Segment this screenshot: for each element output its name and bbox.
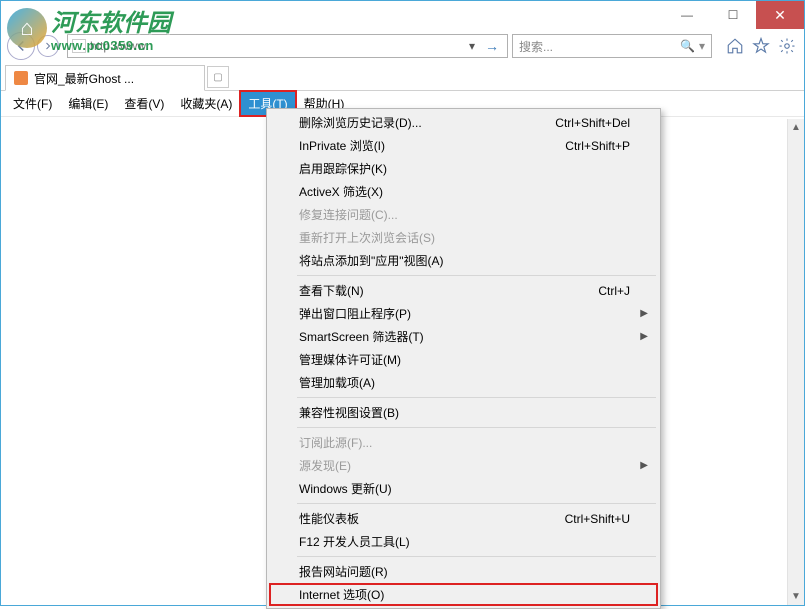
menu-查看[interactable]: 查看(V) bbox=[116, 91, 172, 116]
search-placeholder: 搜索... bbox=[519, 38, 553, 55]
menu-item-label: 管理加载项(A) bbox=[299, 374, 375, 391]
menu-item-label: 管理媒体许可证(M) bbox=[299, 351, 401, 368]
menu-item: 修复连接问题(C)... bbox=[269, 203, 658, 226]
tab-strip: 官网_最新Ghost ... ▢ bbox=[1, 63, 804, 91]
menu-item-label: 源发现(E) bbox=[299, 457, 351, 474]
menu-item-shortcut: Ctrl+Shift+P bbox=[565, 139, 630, 153]
minimize-button[interactable]: — bbox=[664, 1, 710, 29]
menu-item[interactable]: 管理媒体许可证(M) bbox=[269, 348, 658, 371]
menu-separator bbox=[297, 427, 656, 428]
menu-item-label: 启用跟踪保护(K) bbox=[299, 160, 387, 177]
menu-item-label: 订阅此源(F)... bbox=[299, 434, 372, 451]
url-input[interactable]: http://www. ▾ → bbox=[67, 34, 508, 58]
menu-item-label: 报告网站问题(R) bbox=[299, 563, 388, 580]
menu-item-label: 删除浏览历史记录(D)... bbox=[299, 114, 422, 131]
menu-item[interactable]: 管理加载项(A) bbox=[269, 371, 658, 394]
menu-item[interactable]: 启用跟踪保护(K) bbox=[269, 157, 658, 180]
menu-item-label: 兼容性视图设置(B) bbox=[299, 404, 399, 421]
maximize-button[interactable]: ☐ bbox=[710, 1, 756, 29]
submenu-arrow-icon: ▶ bbox=[640, 308, 648, 319]
tab-title: 官网_最新Ghost ... bbox=[34, 70, 134, 87]
menu-item-label: 将站点添加到"应用"视图(A) bbox=[299, 252, 444, 269]
menu-item-label: Windows 更新(U) bbox=[299, 480, 392, 497]
menu-文件[interactable]: 文件(F) bbox=[5, 91, 60, 116]
browser-tab[interactable]: 官网_最新Ghost ... bbox=[5, 65, 205, 91]
menu-item-label: 重新打开上次浏览会话(S) bbox=[299, 229, 435, 246]
menu-item[interactable]: Windows 更新(U) bbox=[269, 477, 658, 500]
star-icon bbox=[752, 37, 770, 55]
home-button[interactable] bbox=[724, 35, 746, 57]
menu-item-label: F12 开发人员工具(L) bbox=[299, 533, 410, 550]
search-icon[interactable]: 🔍 bbox=[680, 39, 695, 53]
chevron-left-icon bbox=[12, 37, 30, 55]
back-button[interactable] bbox=[7, 32, 35, 60]
menu-separator bbox=[297, 275, 656, 276]
search-input[interactable]: 搜索... 🔍 ▾ bbox=[512, 34, 712, 58]
home-icon bbox=[726, 37, 744, 55]
url-text: http://www. bbox=[90, 39, 149, 53]
page-icon bbox=[72, 39, 86, 53]
menu-separator bbox=[297, 397, 656, 398]
address-bar-row: http://www. ▾ → 搜索... 🔍 ▾ bbox=[1, 29, 804, 63]
menu-separator bbox=[297, 556, 656, 557]
scroll-down-icon[interactable]: ▼ bbox=[788, 588, 804, 605]
menu-item-label: 修复连接问题(C)... bbox=[299, 206, 398, 223]
menu-item[interactable]: 兼容性视图设置(B) bbox=[269, 401, 658, 424]
menu-item[interactable]: Internet 选项(O) bbox=[269, 583, 658, 606]
gear-icon bbox=[778, 37, 796, 55]
close-button[interactable]: ✕ bbox=[756, 1, 804, 29]
settings-button[interactable] bbox=[776, 35, 798, 57]
menu-收藏夹[interactable]: 收藏夹(A) bbox=[172, 91, 240, 116]
menu-item-shortcut: Ctrl+Shift+Del bbox=[555, 116, 630, 130]
menu-item: 源发现(E) ▶ bbox=[269, 454, 658, 477]
menu-item[interactable]: 弹出窗口阻止程序(P) ▶ bbox=[269, 302, 658, 325]
favorites-button[interactable] bbox=[750, 35, 772, 57]
new-tab-button[interactable]: ▢ bbox=[207, 66, 229, 88]
menu-item[interactable]: 查看下载(N) Ctrl+J bbox=[269, 279, 658, 302]
menu-编辑[interactable]: 编辑(E) bbox=[60, 91, 116, 116]
menu-item[interactable]: ActiveX 筛选(X) bbox=[269, 180, 658, 203]
submenu-arrow-icon: ▶ bbox=[640, 460, 648, 471]
forward-button[interactable] bbox=[37, 35, 59, 57]
menu-item[interactable]: F12 开发人员工具(L) bbox=[269, 530, 658, 553]
menu-item: 订阅此源(F)... bbox=[269, 431, 658, 454]
go-refresh-button[interactable]: → bbox=[481, 38, 503, 54]
menu-item-shortcut: Ctrl+J bbox=[598, 284, 630, 298]
menu-separator bbox=[297, 503, 656, 504]
menu-item-label: ActiveX 筛选(X) bbox=[299, 183, 383, 200]
window-titlebar: — ☐ ✕ bbox=[1, 1, 804, 29]
url-dropdown-icon[interactable]: ▾ bbox=[463, 39, 481, 53]
menu-item-label: Internet 选项(O) bbox=[299, 586, 384, 603]
menu-item-label: SmartScreen 筛选器(T) bbox=[299, 328, 424, 345]
tools-menu-dropdown: 删除浏览历史记录(D)... Ctrl+Shift+Del InPrivate 浏览… bbox=[266, 108, 661, 609]
search-dropdown-icon[interactable]: ▾ bbox=[699, 39, 705, 53]
menu-item[interactable]: 报告网站问题(R) bbox=[269, 560, 658, 583]
menu-item[interactable]: InPrivate 浏览(I) Ctrl+Shift+P bbox=[269, 134, 658, 157]
vertical-scrollbar[interactable]: ▲ ▼ bbox=[787, 119, 804, 605]
menu-item[interactable]: 性能仪表板 Ctrl+Shift+U bbox=[269, 507, 658, 530]
toolbar-icons bbox=[716, 35, 798, 57]
menu-item[interactable]: SmartScreen 筛选器(T) ▶ bbox=[269, 325, 658, 348]
menu-item[interactable]: 将站点添加到"应用"视图(A) bbox=[269, 249, 658, 272]
menu-item[interactable]: 删除浏览历史记录(D)... Ctrl+Shift+Del bbox=[269, 111, 658, 134]
menu-item-shortcut: Ctrl+Shift+U bbox=[565, 512, 630, 526]
nav-arrows bbox=[3, 32, 63, 60]
menu-item: 重新打开上次浏览会话(S) bbox=[269, 226, 658, 249]
menu-item-label: InPrivate 浏览(I) bbox=[299, 137, 385, 154]
submenu-arrow-icon: ▶ bbox=[640, 331, 648, 342]
scroll-up-icon[interactable]: ▲ bbox=[788, 119, 804, 136]
menu-item-label: 弹出窗口阻止程序(P) bbox=[299, 305, 411, 322]
tab-favicon-icon bbox=[14, 71, 28, 85]
menu-item-label: 性能仪表板 bbox=[299, 510, 359, 527]
menu-item-label: 查看下载(N) bbox=[299, 282, 364, 299]
chevron-right-icon bbox=[42, 40, 54, 52]
